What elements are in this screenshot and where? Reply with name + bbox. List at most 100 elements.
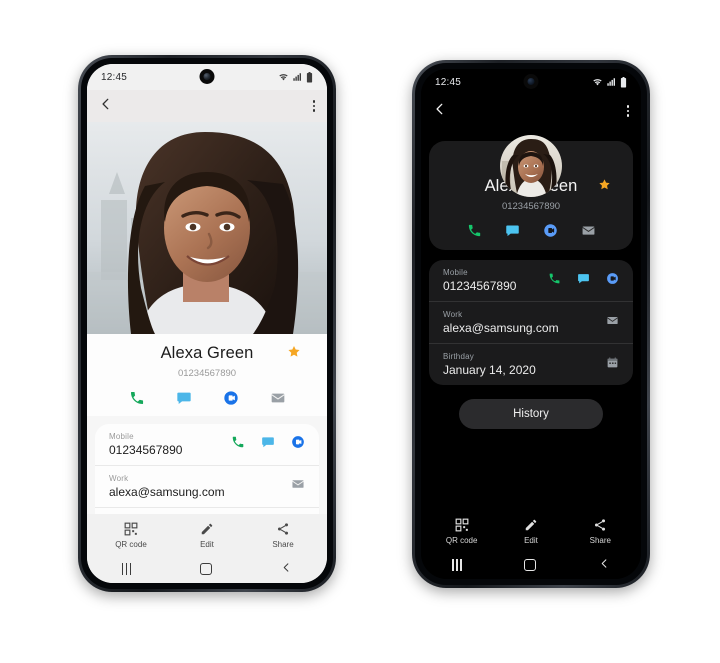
email-icon[interactable] (606, 314, 619, 332)
share-icon (595, 519, 606, 531)
email-icon[interactable] (291, 477, 305, 496)
video-call-action-icon[interactable] (543, 223, 558, 238)
bottom-area: QR code Edit Share (87, 514, 327, 583)
detail-row-work[interactable]: Work alexa@samsung.com (95, 465, 319, 507)
call-action-icon[interactable] (467, 223, 482, 238)
quick-actions (87, 379, 327, 408)
status-bar: 12:45 (87, 64, 327, 90)
contact-name-row: Alexa Green (87, 344, 327, 363)
status-bar: 12:45 (421, 69, 641, 95)
toolbar-label: QR code (115, 540, 147, 549)
detail-row-icons (606, 314, 619, 332)
qr-code-icon (124, 522, 138, 536)
back-icon[interactable] (99, 97, 113, 116)
phone-icon[interactable] (231, 435, 245, 454)
favorite-star-icon[interactable] (598, 178, 611, 196)
phone-icon[interactable] (548, 272, 561, 290)
front-camera-cutout (523, 74, 539, 89)
favorite-star-icon[interactable] (287, 344, 301, 363)
detail-row-icons (231, 435, 305, 454)
detail-row-text: Work alexa@samsung.com (443, 310, 559, 335)
back-icon[interactable] (433, 102, 447, 121)
status-icons (592, 76, 627, 88)
nav-back-icon[interactable] (281, 560, 292, 578)
toolbar-label: Edit (200, 540, 214, 549)
detail-row-mobile[interactable]: Mobile 01234567890 (95, 424, 319, 465)
detail-label: Mobile (109, 432, 134, 441)
more-options-icon[interactable] (626, 105, 629, 117)
phone-screen-light: 12:45 Alexa Green 01234567890 Mobile 012… (87, 64, 327, 583)
share-icon (277, 523, 289, 535)
qr-code-button[interactable]: QR code (101, 522, 161, 549)
detail-label: Work (443, 310, 463, 319)
history-button-wrap: History (421, 399, 641, 429)
history-button[interactable]: History (459, 399, 603, 429)
detail-row-mobile[interactable]: Mobile 01234567890 (429, 260, 633, 301)
bottom-toolbar: QR code Edit Share (421, 510, 641, 551)
share-button[interactable]: Share (570, 518, 630, 545)
quick-actions (429, 212, 633, 240)
recents-icon[interactable] (452, 559, 462, 571)
detail-row-icons (606, 356, 619, 374)
detail-label: Birthday (443, 352, 474, 361)
wifi-icon (279, 74, 288, 81)
duo-video-icon[interactable] (291, 435, 305, 454)
email-action-icon[interactable] (270, 390, 286, 406)
home-icon[interactable] (524, 559, 537, 571)
pencil-icon (201, 523, 213, 535)
contact-name-card: Alexa Green 01234567890 (87, 334, 327, 416)
contact-details-card: Mobile 01234567890 Work alexa@samsung.co… (429, 260, 633, 385)
status-icons (278, 71, 313, 83)
email-action-icon[interactable] (581, 223, 596, 238)
wifi-icon (593, 79, 602, 86)
detail-value: alexa@samsung.com (443, 321, 559, 335)
toolbar-label: Edit (524, 536, 538, 545)
pencil-icon (525, 519, 537, 531)
calendar-icon[interactable] (606, 356, 619, 374)
detail-value: 01234567890 (443, 279, 517, 293)
video-call-action-icon[interactable] (223, 390, 239, 406)
detail-row-birthday[interactable]: Birthday January 14, 2020 (429, 343, 633, 385)
message-action-icon[interactable] (505, 223, 520, 238)
light-theme-phone: 12:45 Alexa Green 01234567890 Mobile 012… (78, 55, 336, 592)
share-button[interactable]: Share (253, 522, 313, 549)
message-icon[interactable] (261, 435, 275, 454)
phone-mockup-stage: 12:45 Alexa Green 01234567890 Mobile 012… (0, 0, 720, 663)
contact-number: 01234567890 (501, 201, 561, 212)
detail-label: Work (109, 474, 129, 483)
front-camera-cutout (199, 69, 215, 84)
bottom-toolbar: QR code Edit Share (87, 514, 327, 555)
detail-row-icons (291, 477, 305, 496)
message-action-icon[interactable] (176, 390, 192, 406)
detail-row-text: Mobile 01234567890 (109, 432, 182, 457)
detail-row-icons (548, 272, 619, 290)
contact-portrait-image (87, 122, 327, 334)
toolbar-label: Share (272, 540, 294, 549)
qr-code-icon (455, 518, 469, 532)
home-icon[interactable] (200, 563, 213, 575)
contact-avatar-image (500, 135, 562, 197)
message-icon[interactable] (577, 272, 590, 290)
detail-row-work[interactable]: Work alexa@samsung.com (429, 301, 633, 343)
contact-photo-header (87, 122, 327, 334)
detail-value: January 14, 2020 (443, 363, 536, 377)
recents-icon[interactable] (121, 563, 132, 575)
detail-row-text: Mobile 01234567890 (443, 268, 516, 293)
battery-icon (306, 71, 313, 82)
nav-back-icon[interactable] (599, 556, 610, 574)
more-options-icon[interactable] (312, 100, 315, 112)
android-nav-bar (87, 555, 327, 583)
bottom-area: QR code Edit Share (421, 510, 641, 579)
status-time: 12:45 (435, 76, 462, 88)
edit-button[interactable]: Edit (177, 522, 237, 549)
phone-screen-dark: 12:45 Alexa 01234567890 Mobile 012345678… (421, 69, 641, 579)
battery-icon (620, 76, 627, 87)
contact-header-section: Alexa Green 01234567890 (421, 135, 641, 250)
signal-icon (607, 78, 615, 86)
duo-video-icon[interactable] (606, 272, 619, 290)
status-time: 12:45 (101, 71, 128, 83)
contact-avatar[interactable] (500, 135, 562, 197)
edit-button[interactable]: Edit (501, 518, 561, 545)
call-action-icon[interactable] (129, 390, 145, 406)
qr-code-button[interactable]: QR code (432, 518, 492, 545)
